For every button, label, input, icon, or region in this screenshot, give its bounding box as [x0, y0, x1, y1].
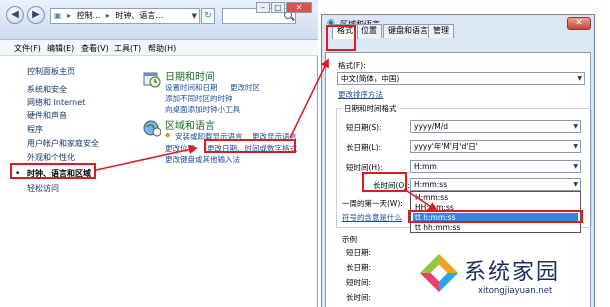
watermark-text: 系统家园: [464, 260, 561, 285]
watermark: 系统家园 xitongjiayuan.net: [418, 250, 606, 306]
watermark-url: xitongjiayuan.net: [478, 286, 553, 296]
watermark-logo-icon: [420, 254, 458, 292]
